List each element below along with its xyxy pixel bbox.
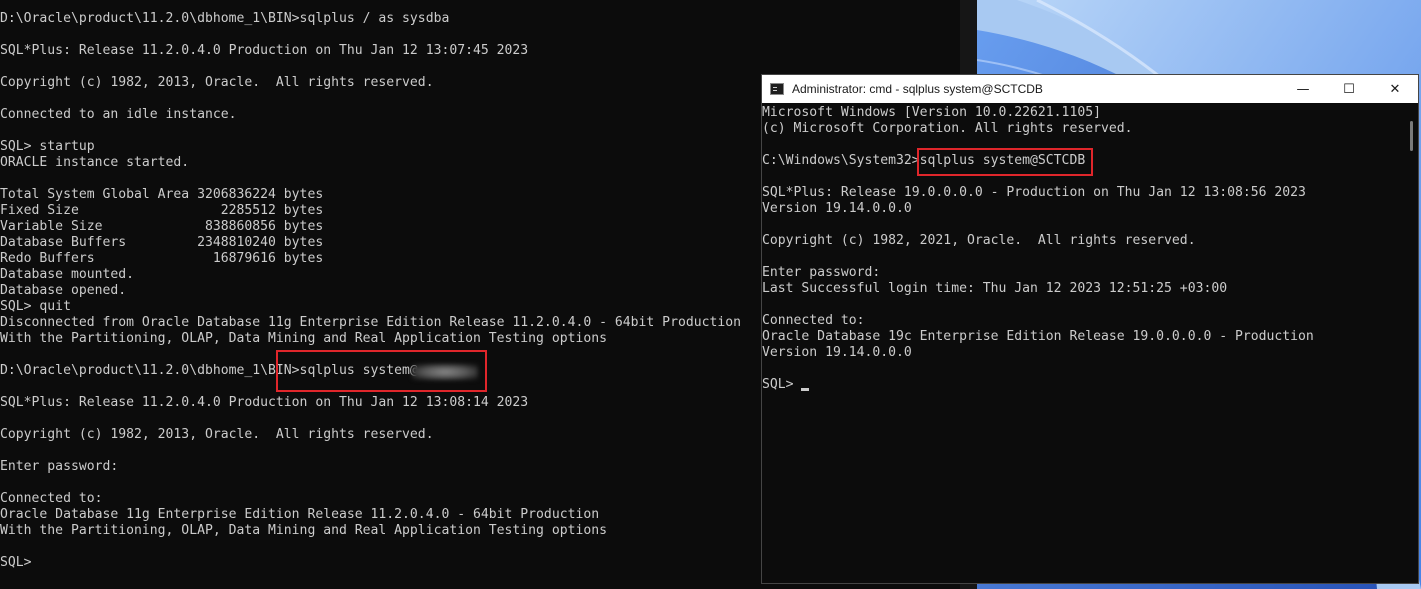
cmd-console-line	[762, 361, 1314, 377]
left-terminal-line: Fixed Size 2285512 bytes	[0, 203, 324, 218]
highlight-box-right	[917, 148, 1093, 176]
left-terminal-line: Total System Global Area 3206836224 byte…	[0, 187, 324, 202]
left-terminal-line	[0, 443, 741, 459]
left-terminal-line	[0, 539, 741, 555]
minimize-button[interactable]: —	[1280, 75, 1326, 103]
left-terminal-line	[0, 59, 741, 75]
left-terminal-line: SQL> startup	[0, 139, 95, 154]
left-terminal-line: Disconnected from Oracle Database 11g En…	[0, 315, 742, 330]
left-terminal-line: Database opened.	[0, 283, 127, 298]
cmd-scrollbar[interactable]	[1401, 103, 1418, 583]
cmd-console-line: Microsoft Windows [Version 10.0.22621.11…	[762, 105, 1101, 120]
cmd-console-line: SQL*Plus: Release 19.0.0.0.0 - Productio…	[762, 185, 1306, 200]
left-terminal-line	[0, 91, 741, 107]
cmd-scrollbar-thumb[interactable]	[1410, 121, 1413, 151]
left-terminal-line: Database mounted.	[0, 267, 135, 282]
left-terminal-line: Redo Buffers 16879616 bytes	[0, 251, 324, 266]
cmd-console-line	[762, 249, 1314, 265]
left-terminal-line: Copyright (c) 1982, 2013, Oracle. All ri…	[0, 427, 434, 442]
window-title: Administrator: cmd - sqlplus system@SCTC…	[792, 82, 1043, 96]
left-terminal-line: Variable Size 838860856 bytes	[0, 219, 324, 234]
left-terminal-line: Connected to an idle instance.	[0, 107, 237, 122]
maximize-button[interactable]: ☐	[1326, 75, 1372, 103]
left-terminal-line: SQL*Plus: Release 11.2.0.4.0 Production …	[0, 395, 529, 410]
left-terminal-line: Connected to:	[0, 491, 103, 506]
cmd-console-line: Last Successful login time: Thu Jan 12 2…	[762, 281, 1228, 296]
left-terminal-line	[0, 171, 741, 187]
highlight-box-left	[276, 350, 487, 392]
left-terminal-line: With the Partitioning, OLAP, Data Mining…	[0, 331, 607, 346]
cmd-console-line	[762, 217, 1314, 233]
left-terminal-line: SQL> quit	[0, 299, 71, 314]
left-terminal-line: D:\Oracle\product\11.2.0\dbhome_1\BIN>sq…	[0, 11, 450, 26]
left-terminal-line: Enter password:	[0, 459, 119, 474]
left-terminal-line	[0, 475, 741, 491]
cmd-console-line: Oracle Database 19c Enterprise Edition R…	[762, 329, 1314, 344]
cmd-window[interactable]: Administrator: cmd - sqlplus system@SCTC…	[761, 74, 1419, 584]
cmd-console-line: Connected to:	[762, 313, 865, 328]
left-terminal-line	[0, 27, 741, 43]
left-terminal-line	[0, 123, 741, 139]
left-terminal-line: With the Partitioning, OLAP, Data Mining…	[0, 523, 607, 538]
title-bar[interactable]: Administrator: cmd - sqlplus system@SCTC…	[762, 75, 1418, 103]
cmd-app-icon	[770, 83, 784, 95]
left-terminal-output: D:\Oracle\product\11.2.0\dbhome_1\BIN>sq…	[0, 11, 741, 571]
cmd-console-line: Version 19.14.0.0.0	[762, 201, 912, 216]
left-terminal-line: Oracle Database 11g Enterprise Edition R…	[0, 507, 600, 522]
left-terminal-line: SQL>	[0, 555, 32, 570]
left-terminal-line: Copyright (c) 1982, 2013, Oracle. All ri…	[0, 75, 434, 90]
cmd-console-line: Enter password:	[762, 265, 881, 280]
left-terminal-line: Database Buffers 2348810240 bytes	[0, 235, 324, 250]
cmd-console-line: Copyright (c) 1982, 2021, Oracle. All ri…	[762, 233, 1196, 248]
cmd-console-line: SQL>	[762, 377, 1314, 393]
left-terminal-line: SQL*Plus: Release 11.2.0.4.0 Production …	[0, 43, 529, 58]
cmd-console-line	[762, 297, 1314, 313]
cmd-console-line: (c) Microsoft Corporation. All rights re…	[762, 121, 1133, 136]
left-terminal-line: ORACLE instance started.	[0, 155, 190, 170]
close-button[interactable]: ✕	[1372, 75, 1418, 103]
left-terminal-line	[0, 411, 741, 427]
text-cursor	[801, 388, 810, 391]
cmd-console-line: Version 19.14.0.0.0	[762, 345, 912, 360]
